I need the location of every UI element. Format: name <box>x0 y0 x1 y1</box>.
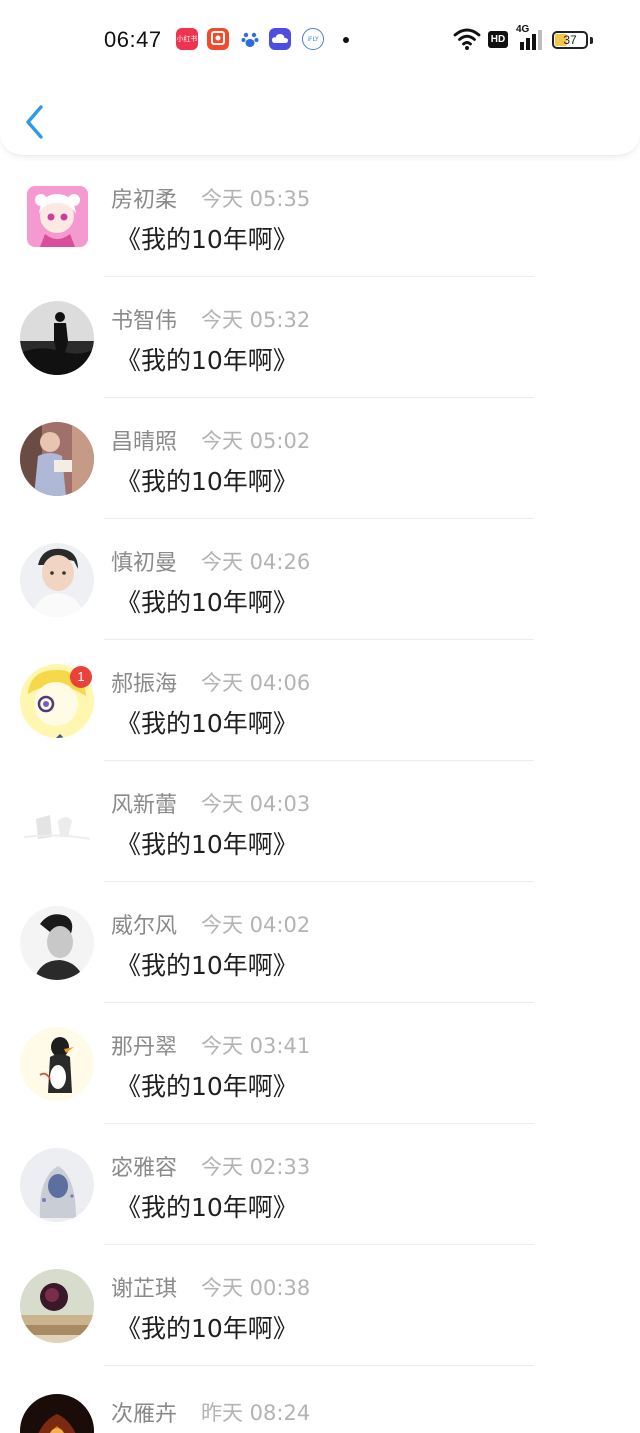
battery-nub <box>590 37 593 44</box>
sender-name: 威尔风 <box>111 914 178 939</box>
list-item[interactable]: 房初柔 今天 05:35 《我的10年啊》 <box>0 156 640 277</box>
message-time: 今天 04:26 <box>201 550 311 574</box>
sender-name: 次雁卉 <box>111 1402 178 1427</box>
message-time: 今天 03:41 <box>201 1034 311 1058</box>
message-time: 昨天 08:24 <box>201 1401 311 1425</box>
anime-girl-avatar <box>27 186 88 247</box>
message-preview: 《我的10年啊》 <box>116 225 298 254</box>
hd-badge: HD <box>488 31 508 48</box>
sender-name: 宓雅容 <box>111 1156 178 1181</box>
sender-name: 那丹翠 <box>111 1035 178 1060</box>
list-item[interactable]: 昌晴照 今天 05:02 《我的10年啊》 <box>0 398 640 519</box>
list-item[interactable]: 慎初曼 今天 04:26 《我的10年啊》 <box>0 519 640 640</box>
message-list[interactable]: 房初柔 今天 05:35 《我的10年啊》 书智伟 今天 05:32 《我的10… <box>0 156 640 1433</box>
list-item[interactable]: 次雁卉 昨天 08:24 <box>0 1366 640 1433</box>
message-time: 今天 05:32 <box>201 308 311 332</box>
reading-girl-avatar <box>20 422 94 496</box>
battery-icon: 37 <box>552 31 588 49</box>
list-item[interactable]: 书智伟 今天 05:32 《我的10年啊》 <box>0 277 640 398</box>
message-preview: 《我的10年啊》 <box>116 1193 298 1222</box>
rose-books-avatar <box>20 1269 94 1343</box>
list-item[interactable]: 风新蕾 今天 04:03 《我的10年啊》 <box>0 761 640 882</box>
message-time: 今天 04:03 <box>201 792 311 816</box>
cloud-app-icon <box>269 28 291 50</box>
message-preview: 《我的10年啊》 <box>116 830 298 859</box>
message-preview: 《我的10年啊》 <box>116 588 298 617</box>
signal-icon <box>520 30 542 50</box>
sender-name: 慎初曼 <box>111 551 178 576</box>
back-button[interactable] <box>14 100 54 144</box>
message-preview: 《我的10年啊》 <box>116 1314 298 1343</box>
hooded-figure-avatar <box>20 1148 94 1222</box>
ifly-icon: iFLY <box>302 28 324 50</box>
sender-name: 书智伟 <box>111 309 178 334</box>
message-preview: 《我的10年啊》 <box>116 951 298 980</box>
red-app-icon: 小红书 <box>176 28 198 50</box>
message-time: 今天 04:02 <box>201 913 311 937</box>
list-item[interactable]: 那丹翠 今天 03:41 《我的10年啊》 <box>0 1003 640 1124</box>
orange-app-icon <box>207 28 229 50</box>
message-preview: 《我的10年啊》 <box>116 709 298 738</box>
message-time: 今天 00:38 <box>201 1276 311 1300</box>
penguin-avatar <box>20 1027 94 1101</box>
message-preview: 《我的10年啊》 <box>116 467 298 496</box>
status-bar: 06:47 小红书 iFLY HD 4G 37 <box>0 22 640 58</box>
message-preview: 《我的10年啊》 <box>116 346 298 375</box>
message-time: 今天 02:33 <box>201 1155 311 1179</box>
chevron-left-icon <box>26 105 43 139</box>
silhouette-avatar <box>20 301 94 375</box>
list-item[interactable]: 谢芷琪 今天 00:38 《我的10年啊》 <box>0 1245 640 1366</box>
message-preview: 《我的10年啊》 <box>116 1072 298 1101</box>
message-time: 今天 05:35 <box>201 187 311 211</box>
top-bar: 06:47 小红书 iFLY HD 4G 37 <box>0 0 640 156</box>
sender-name: 谢芷琪 <box>111 1277 178 1302</box>
status-time: 06:47 <box>104 27 162 52</box>
dark-fire-avatar <box>20 1394 94 1433</box>
list-item[interactable]: 1 郝振海 今天 04:06 《我的10年啊》 <box>0 640 640 761</box>
sender-name: 风新蕾 <box>111 793 178 818</box>
young-man-avatar <box>20 543 94 617</box>
list-item[interactable]: 威尔风 今天 04:02 《我的10年啊》 <box>0 882 640 1003</box>
wifi-icon <box>453 28 481 50</box>
unread-badge: 1 <box>70 666 92 688</box>
message-time: 今天 05:02 <box>201 429 311 453</box>
message-time: 今天 04:06 <box>201 671 311 695</box>
bw-portrait-avatar <box>20 906 94 980</box>
baidu-paw-icon <box>239 28 261 50</box>
pale-sketch-avatar <box>20 785 94 859</box>
notification-dot <box>343 37 349 43</box>
battery-level: 37 <box>563 33 577 47</box>
list-item[interactable]: 宓雅容 今天 02:33 《我的10年啊》 <box>0 1124 640 1245</box>
sender-name: 昌晴照 <box>111 430 178 455</box>
sender-name: 郝振海 <box>111 672 178 697</box>
sender-name: 房初柔 <box>111 188 178 213</box>
